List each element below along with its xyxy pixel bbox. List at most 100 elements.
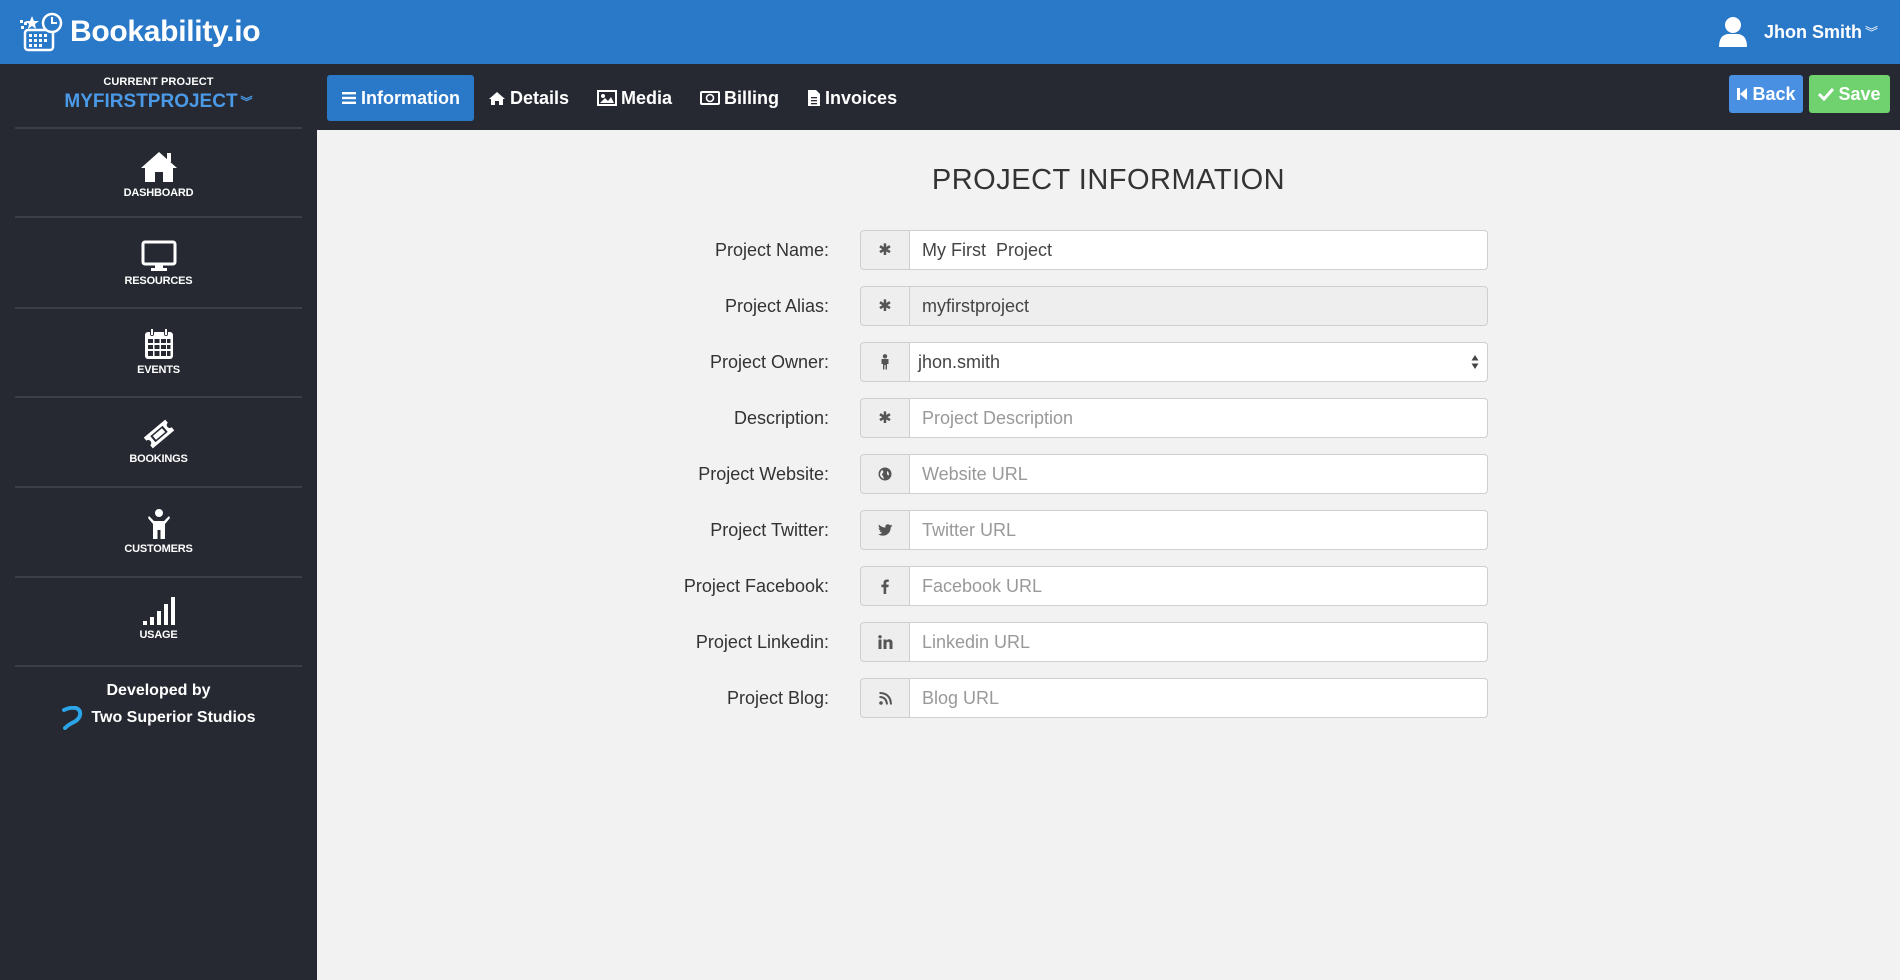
sidebar-item-label: CUSTOMERS (124, 543, 193, 555)
developer-name: Two Superior Studios (91, 709, 256, 726)
tab-details[interactable]: Details (474, 75, 583, 121)
back-button[interactable]: Back (1729, 75, 1803, 113)
tab-invoices[interactable]: Invoices (793, 75, 911, 121)
tab-information[interactable]: Information (327, 75, 474, 121)
form-row-website: Project Website: (317, 454, 1900, 494)
page-title: PROJECT INFORMATION (931, 164, 1286, 196)
twitter-icon (860, 510, 909, 550)
project-name-input[interactable] (909, 230, 1488, 270)
monitor-icon (141, 240, 176, 271)
tab-label: Invoices (825, 87, 898, 108)
input-group (860, 678, 1488, 718)
form-row-blog: Project Blog: (317, 678, 1900, 718)
developed-by-label: Developed by (106, 682, 211, 699)
home-icon (489, 91, 505, 105)
linkedin-input[interactable] (909, 622, 1488, 662)
field-label: Project Facebook: (683, 576, 829, 596)
facebook-icon (860, 566, 909, 606)
form-row-project-name: Project Name: ✱ (317, 230, 1900, 270)
project-owner-select[interactable]: jhon.smith (909, 342, 1488, 382)
field-label: Project Website: (698, 464, 829, 484)
sidebar-item-label: DASHBOARD (123, 187, 194, 199)
money-icon (700, 91, 721, 105)
twitter-input[interactable] (909, 510, 1488, 550)
two-superior-logo-icon (62, 706, 83, 730)
tabs: Information Details Media Billing Invoic… (327, 75, 911, 121)
facebook-input[interactable] (909, 566, 1488, 606)
rss-icon (860, 678, 909, 718)
top-header: Bookability.io Jhon Smith ︾ (0, 0, 1900, 64)
form-row-description: Description: ✱ (317, 398, 1900, 438)
sidebar-item-label: USAGE (139, 629, 178, 641)
sidebar-item-usage[interactable]: USAGE (15, 578, 302, 666)
divider (15, 665, 302, 667)
user-icon (1718, 17, 1747, 47)
tab-billing[interactable]: Billing (686, 75, 793, 121)
calendar-icon (144, 328, 173, 359)
developer-link[interactable]: Two Superior Studios (0, 706, 317, 730)
document-icon (808, 90, 821, 106)
bookability-logo-icon (20, 12, 63, 52)
sidebar-item-label: EVENTS (137, 364, 180, 376)
input-group: ✱ (860, 398, 1488, 438)
sidebar-item-label: RESOURCES (124, 275, 193, 287)
ticket-icon (143, 419, 174, 449)
field-label: Description: (733, 408, 829, 428)
field-label: Project Alias: (724, 296, 829, 316)
brand[interactable]: Bookability.io (18, 10, 261, 54)
current-project-label: CURRENT PROJECT (103, 76, 214, 88)
tab-label: Information (361, 87, 460, 108)
main-content: PROJECT INFORMATION Project Name: ✱ Proj… (317, 130, 1900, 980)
asterisk-icon: ✱ (860, 230, 909, 270)
input-group (860, 454, 1488, 494)
step-backward-icon (1737, 88, 1748, 100)
field-label: Project Blog: (726, 688, 829, 708)
field-label: Project Owner: (709, 352, 829, 372)
check-icon (1818, 87, 1835, 101)
description-input[interactable] (909, 398, 1488, 438)
field-label: Project Linkedin: (695, 632, 829, 652)
image-icon (597, 90, 618, 106)
sidebar-item-resources[interactable]: RESOURCES (15, 218, 302, 306)
back-label: Back (1752, 83, 1796, 104)
current-project-selector[interactable]: MYFIRSTPROJECT ︾ (64, 91, 252, 113)
input-group (860, 510, 1488, 550)
chevron-down-icon: ︾ (240, 95, 253, 109)
form-row-twitter: Project Twitter: (317, 510, 1900, 550)
asterisk-icon: ✱ (860, 286, 909, 326)
save-button[interactable]: Save (1809, 75, 1890, 113)
tab-media[interactable]: Media (583, 75, 686, 121)
brand-name: Bookability.io (70, 15, 261, 48)
chevron-down-icon: ︾ (1864, 24, 1878, 40)
blog-input[interactable] (909, 678, 1488, 718)
input-group (860, 622, 1488, 662)
developer-credit: Developed by Two Superior Studios (0, 682, 317, 730)
male-icon (860, 342, 909, 382)
user-menu[interactable]: Jhon Smith ︾ (1716, 0, 1878, 64)
tab-label: Details (510, 87, 570, 108)
current-project-name: MYFIRSTPROJECT (64, 91, 238, 112)
select-arrows-icon (1471, 355, 1479, 369)
linkedin-icon (860, 622, 909, 662)
sidebar-item-label: BOOKINGS (129, 453, 188, 465)
home-icon (140, 152, 177, 182)
field-label: Project Name: (714, 240, 829, 260)
divider (15, 127, 302, 129)
tab-label: Billing (724, 87, 780, 108)
sidebar-item-events[interactable]: EVENTS (15, 309, 302, 397)
field-label: Project Twitter: (710, 520, 829, 540)
sidebar-item-customers[interactable]: CUSTOMERS (15, 488, 302, 576)
project-owner-value: jhon.smith (909, 342, 1488, 382)
list-icon (342, 92, 356, 104)
form-row-project-alias: Project Alias: ✱ (317, 286, 1900, 326)
sidebar: CURRENT PROJECT MYFIRSTPROJECT ︾ DASHBOA… (0, 64, 317, 980)
project-alias-input[interactable] (909, 286, 1488, 326)
input-group (860, 566, 1488, 606)
project-navbar: Information Details Media Billing Invoic… (317, 64, 1900, 130)
website-input[interactable] (909, 454, 1488, 494)
save-label: Save (1838, 83, 1881, 104)
tab-label: Media (621, 87, 673, 108)
sidebar-item-dashboard[interactable]: DASHBOARD (15, 130, 302, 218)
sidebar-item-bookings[interactable]: BOOKINGS (15, 398, 302, 486)
person-icon (147, 509, 170, 539)
